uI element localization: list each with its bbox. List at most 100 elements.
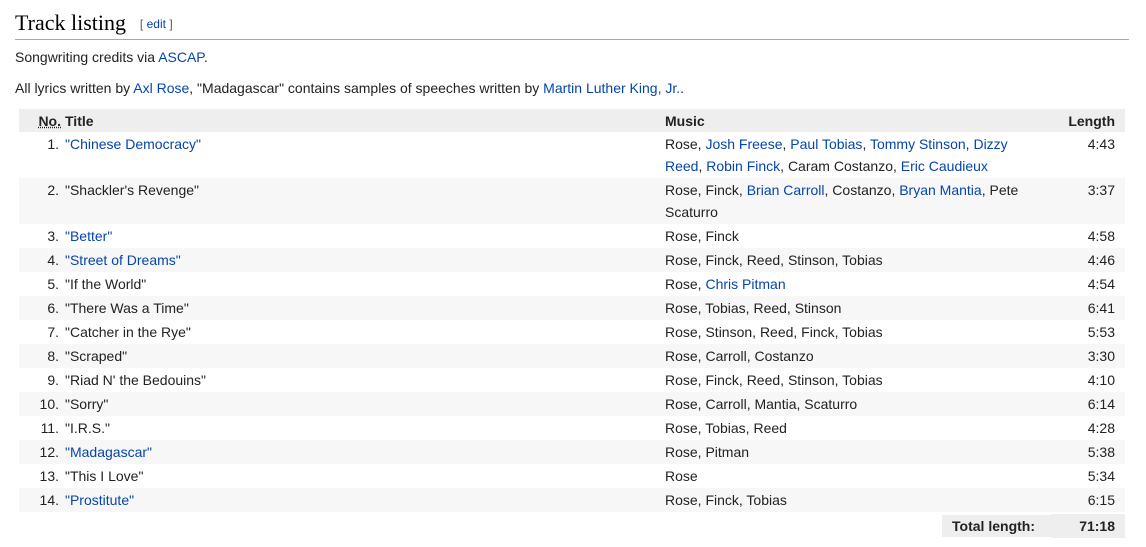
lyrics-paragraph: All lyrics written by Axl Rose, "Madagas… bbox=[15, 79, 684, 97]
track-length: 4:43 bbox=[1087, 136, 1115, 152]
track-title-link[interactable]: "Chinese Democracy" bbox=[65, 136, 201, 152]
table-row: 2. "Shackler's Revenge" Rose, Finck, Brian… bbox=[19, 178, 1125, 224]
track-length: 6:41 bbox=[1051, 296, 1125, 320]
composer-link[interactable]: Tommy Stinson bbox=[870, 136, 966, 152]
track-title-link[interactable]: "Street of Dreams" bbox=[65, 252, 181, 268]
credits-suffix: . bbox=[203, 49, 208, 65]
composer-link[interactable]: Eric Caudieux bbox=[901, 158, 988, 174]
music-text: Rose, Tobias, Reed, Stinson bbox=[665, 300, 842, 316]
track-title-link[interactable]: "Better" bbox=[65, 228, 112, 244]
table-row: 12. "Madagascar" Rose, Pitman 5:38 bbox=[19, 440, 1125, 464]
track-music: Rose, Tobias, Reed, Stinson bbox=[661, 296, 1051, 320]
track-title: "Scraped" bbox=[65, 348, 128, 364]
track-number: 9. bbox=[47, 372, 59, 388]
track-number: 3. bbox=[47, 228, 59, 244]
total-row: Total length: 71:18 bbox=[19, 514, 1125, 538]
track-number: 13. bbox=[39, 468, 59, 484]
header-no: No. bbox=[19, 109, 65, 132]
track-number: 12. bbox=[19, 440, 65, 464]
header-length: Length bbox=[1051, 109, 1125, 132]
track-title: "I.R.S." bbox=[65, 420, 110, 436]
track-title: "There Was a Time" bbox=[65, 300, 189, 316]
music-text: Rose, Finck, Tobias bbox=[665, 492, 787, 508]
track-length: 4:28 bbox=[1087, 420, 1115, 436]
track-title-cell: "Street of Dreams" bbox=[65, 248, 661, 272]
section-heading: Track listing [ edit ] bbox=[15, 8, 1129, 40]
header-title: Title bbox=[65, 109, 661, 132]
composer-link[interactable]: Brian Carroll bbox=[747, 182, 825, 198]
composer-link[interactable]: Robin Finck bbox=[706, 158, 780, 174]
track-number: 4. bbox=[19, 248, 65, 272]
table-row: 7. "Catcher in the Rye" Rose, Stinson, Ree… bbox=[19, 320, 1125, 344]
track-title-link[interactable]: "Prostitute" bbox=[65, 492, 134, 508]
track-length: 5:38 bbox=[1051, 440, 1125, 464]
table-row: 6. "There Was a Time" Rose, Tobias, Reed, … bbox=[19, 296, 1125, 320]
table-row: 5. "If the World" Rose, Chris Pitman 4:54 bbox=[19, 272, 1125, 296]
edit-bracket-close: ] bbox=[169, 17, 173, 31]
track-length: 4:54 bbox=[1087, 276, 1115, 292]
credits-prefix: Songwriting credits via bbox=[15, 49, 159, 65]
track-title: "Riad N' the Bedouins" bbox=[65, 372, 207, 388]
lyrics-prefix: All lyrics written by bbox=[15, 80, 134, 96]
music-text: Rose, Finck bbox=[665, 228, 739, 244]
table-row: 3. "Better" Rose, Finck 4:58 bbox=[19, 224, 1125, 248]
track-number: 10. bbox=[19, 392, 65, 416]
edit-bracket-open: [ bbox=[139, 17, 144, 31]
track-music: Rose, Tobias, Reed bbox=[661, 416, 1051, 440]
composer-link[interactable]: Josh Freese bbox=[705, 136, 782, 152]
table-row: 10. "Sorry" Rose, Carroll, Mantia, Scaturr… bbox=[19, 392, 1125, 416]
composer-link[interactable]: Bryan Mantia bbox=[899, 182, 981, 198]
lyrics-suffix: . bbox=[680, 80, 685, 96]
track-title-cell: "Riad N' the Bedouins" bbox=[65, 368, 661, 392]
track-title-cell: "Sorry" bbox=[65, 392, 661, 416]
track-length: 4:10 bbox=[1087, 372, 1115, 388]
track-number: 1. bbox=[47, 136, 59, 152]
track-length: 3:30 bbox=[1051, 344, 1125, 368]
track-music: Rose, Chris Pitman bbox=[661, 272, 1051, 296]
table-row: 8. "Scraped" Rose, Carroll, Costanzo 3:30 bbox=[19, 344, 1125, 368]
track-music: Rose, Finck, Tobias bbox=[661, 488, 1051, 512]
track-length: 4:46 bbox=[1051, 248, 1125, 272]
track-title-cell: "Chinese Democracy" bbox=[65, 132, 661, 178]
track-title-cell: "This I Love" bbox=[65, 464, 661, 488]
track-title: "Catcher in the Rye" bbox=[65, 324, 191, 340]
section-title: Track listing bbox=[15, 10, 127, 35]
credits-paragraph: Songwriting credits via ASCAP. bbox=[15, 48, 208, 66]
track-title: "Sorry" bbox=[65, 396, 109, 412]
track-title-link[interactable]: "Madagascar" bbox=[65, 444, 152, 460]
track-list-table: No. Title Music Length 1. "Chinese Democr… bbox=[19, 109, 1125, 538]
track-length: 5:53 bbox=[1087, 324, 1115, 340]
mlk-link[interactable]: Martin Luther King, Jr. bbox=[543, 80, 680, 96]
header-music: Music bbox=[661, 109, 1051, 132]
music-text: Rose, bbox=[665, 136, 706, 152]
table-row: 1. "Chinese Democracy" Rose, Josh Freese, … bbox=[19, 132, 1125, 178]
axl-rose-link[interactable]: Axl Rose bbox=[133, 80, 189, 96]
track-title-cell: "There Was a Time" bbox=[65, 296, 661, 320]
music-text: Rose, bbox=[665, 276, 706, 292]
track-title: "If the World" bbox=[65, 276, 147, 292]
table-row: 14. "Prostitute" Rose, Finck, Tobias 6:15 bbox=[19, 488, 1125, 512]
track-music: Rose, Finck bbox=[661, 224, 1051, 248]
track-title-cell: "I.R.S." bbox=[65, 416, 661, 440]
track-music: Rose bbox=[661, 464, 1051, 488]
track-music: Rose, Finck, Brian Carroll, Costanzo, Br… bbox=[661, 178, 1051, 224]
edit-section: [ edit ] bbox=[140, 17, 173, 31]
composer-link[interactable]: Paul Tobias bbox=[790, 136, 862, 152]
track-title: "Shackler's Revenge" bbox=[65, 182, 200, 198]
track-title-cell: "Prostitute" bbox=[65, 488, 661, 512]
track-music: Rose, Pitman bbox=[661, 440, 1051, 464]
track-number: 8. bbox=[19, 344, 65, 368]
table-row: 4. "Street of Dreams" Rose, Finck, Reed, S… bbox=[19, 248, 1125, 272]
music-text: Rose, Carroll, Costanzo bbox=[665, 348, 814, 364]
edit-link[interactable]: edit bbox=[147, 17, 166, 31]
table-row: 11. "I.R.S." Rose, Tobias, Reed 4:28 bbox=[19, 416, 1125, 440]
music-text: , Costanzo, bbox=[824, 182, 900, 198]
ascap-link[interactable]: ASCAP bbox=[158, 49, 204, 65]
track-title: "This I Love" bbox=[65, 468, 144, 484]
music-text: Rose, Tobias, Reed bbox=[665, 420, 787, 436]
track-title-cell: "Scraped" bbox=[65, 344, 661, 368]
track-title-cell: "Better" bbox=[65, 224, 661, 248]
composer-link[interactable]: Chris Pitman bbox=[705, 276, 785, 292]
table-row: 9. "Riad N' the Bedouins" Rose, Finck, Ree… bbox=[19, 368, 1125, 392]
track-music: Rose, Josh Freese, Paul Tobias, Tommy St… bbox=[661, 132, 1051, 178]
